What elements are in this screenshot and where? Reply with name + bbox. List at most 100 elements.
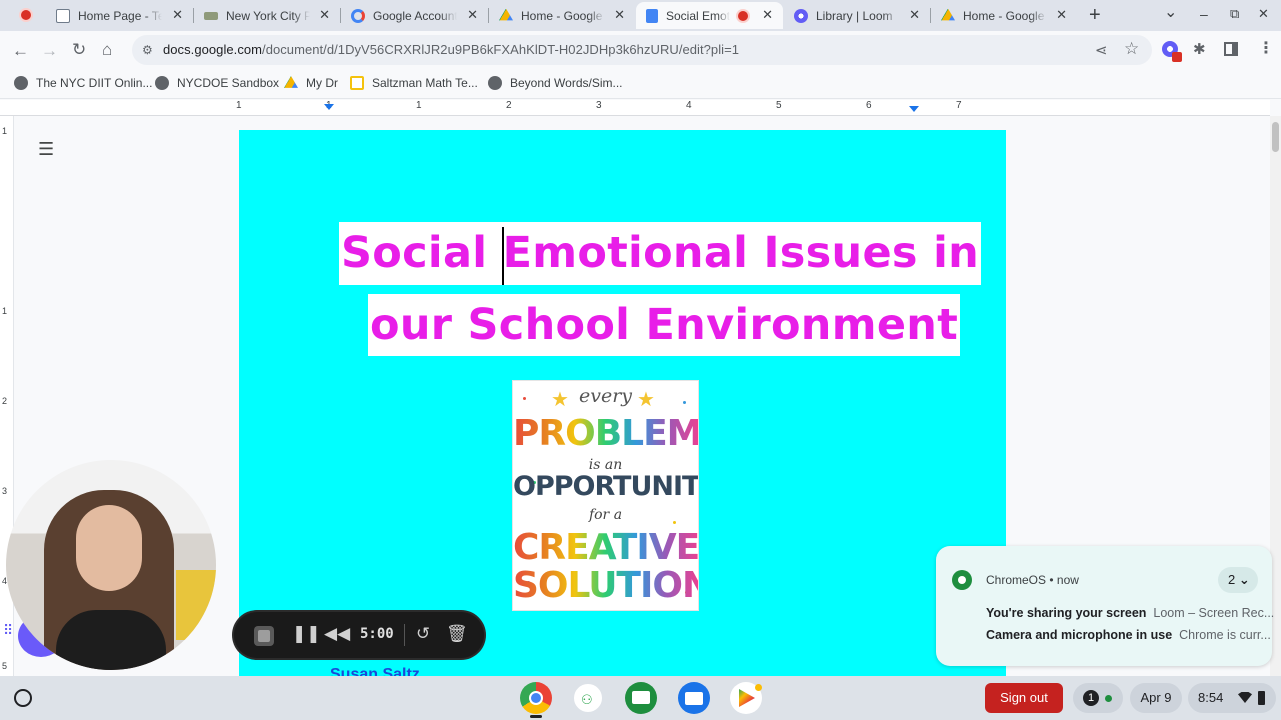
webcam-bubble[interactable]	[6, 460, 216, 670]
google-drive-icon	[941, 8, 955, 21]
home-icon[interactable]: ⌂	[102, 40, 112, 60]
tab-title: Google Account	[373, 8, 457, 23]
page-icon	[56, 8, 70, 23]
google-drive-icon	[284, 76, 298, 88]
tab-home-page[interactable]: Home Page - Te ✕	[46, 2, 193, 29]
close-tab-icon[interactable]: ✕	[319, 7, 330, 23]
tab-search-dropdown-icon[interactable]: ⌄	[1164, 2, 1177, 22]
document-title-line-1[interactable]: Social Emotional Issues in	[339, 222, 982, 285]
ruler-number: 3	[2, 486, 8, 496]
family-link-app-icon[interactable]: ⚇	[572, 682, 604, 714]
date-tray-button[interactable]: Apr 9	[1130, 683, 1182, 713]
recording-status-icon	[1105, 695, 1112, 702]
row-title: Camera and microphone in use	[986, 628, 1173, 642]
right-indent-marker-icon[interactable]	[909, 106, 919, 112]
bookmark-beyond-words[interactable]: Beyond Words/Sim...	[488, 76, 623, 90]
bookmark-saltzman-math[interactable]: Saltzman Math Te...	[350, 76, 478, 90]
loom-recording-controls: ❚❚ ◀◀ 5:00 ↺ 🗑	[234, 612, 484, 658]
notification-header: ChromeOS • now	[986, 573, 1079, 587]
notification-app: ChromeOS	[986, 573, 1047, 587]
reload-icon[interactable]: ↻	[72, 40, 86, 60]
close-window-button[interactable]: ✕	[1258, 6, 1269, 22]
document-title-line-2[interactable]: our School Environment	[368, 294, 961, 356]
side-panel-icon[interactable]	[1224, 42, 1238, 56]
share-icon[interactable]: ⋖	[1095, 41, 1108, 59]
slides-icon	[350, 76, 364, 90]
pause-icon[interactable]: ❚❚	[292, 624, 321, 644]
date-text: Apr 9	[1140, 690, 1172, 705]
back-arrow-icon[interactable]: ←	[12, 41, 29, 61]
extensions-puzzle-icon[interactable]: ✱	[1193, 40, 1206, 58]
tab-social-emotional-doc[interactable]: Social Emot ✕	[636, 2, 783, 29]
horizontal-ruler[interactable]: 1 1 1 2 3 4 5 6 7	[0, 100, 1270, 116]
ruler-number: 4	[686, 100, 692, 111]
extension-badge	[1172, 52, 1182, 62]
title-text-part: Social	[341, 228, 503, 278]
close-tab-icon[interactable]: ✕	[1056, 7, 1067, 23]
site-info-icon[interactable]: ⚙	[142, 43, 153, 57]
maximize-button[interactable]: ⧉	[1230, 6, 1239, 22]
document-outline-icon[interactable]: ☰	[38, 139, 54, 160]
close-tab-icon[interactable]: ✕	[467, 7, 478, 23]
close-tab-icon[interactable]: ✕	[762, 7, 773, 23]
url-text[interactable]: docs.google.com/document/d/1DyV56CRXRlJR…	[163, 42, 739, 57]
ruler-number: 2	[506, 100, 512, 111]
notification-count-button[interactable]: 2 ⌄	[1218, 567, 1258, 593]
tab-nyc-public[interactable]: New York City P ✕	[194, 2, 340, 29]
ruler-number: 1	[2, 126, 8, 136]
ruler-number: 5	[776, 100, 782, 111]
delete-trash-icon[interactable]: 🗑	[446, 624, 468, 644]
minimize-button[interactable]: –	[1200, 6, 1208, 22]
tab-google-account[interactable]: Google Account ✕	[341, 2, 488, 29]
ruler-number: 2	[2, 396, 8, 406]
google-docs-icon	[646, 8, 658, 23]
ruler-number: 6	[866, 100, 872, 111]
stop-recording-button[interactable]	[254, 626, 274, 646]
tab-google-drive-2[interactable]: Home - Google D ✕	[931, 2, 1077, 29]
forward-arrow-icon[interactable]: →	[41, 41, 58, 61]
classroom-app-icon[interactable]	[625, 682, 657, 714]
menu-kebab-icon[interactable]: ⋮	[1258, 38, 1274, 58]
new-tab-button[interactable]: +	[1089, 4, 1101, 27]
sign-out-button[interactable]: Sign out	[985, 683, 1063, 713]
rewind-icon[interactable]: ◀◀	[324, 624, 350, 644]
recording-timer: 5:00	[360, 626, 394, 642]
poster-text: for a	[588, 507, 623, 523]
scrollbar-thumb[interactable]	[1272, 122, 1279, 152]
url-host: docs.google.com	[163, 42, 263, 57]
status-area-button[interactable]: 8:54	[1188, 683, 1276, 713]
close-tab-icon[interactable]: ✕	[172, 7, 183, 23]
close-tab-icon[interactable]: ✕	[909, 7, 920, 23]
battery-icon	[1258, 691, 1265, 705]
ruler-number: 7	[956, 100, 962, 111]
tab-google-drive-1[interactable]: Home - Google D ✕	[489, 2, 635, 29]
bookmark-nycdoe-sandbox[interactable]: NYCDOE Sandbox	[155, 76, 279, 90]
wifi-icon	[1238, 692, 1252, 703]
notification-time: now	[1056, 573, 1079, 587]
tab-title: Home Page - Te	[78, 8, 162, 23]
tab-title: Home - Google D	[521, 8, 605, 23]
notification-tray-button[interactable]: 1	[1073, 683, 1123, 713]
bookmark-star-icon[interactable]: ☆	[1124, 39, 1139, 59]
launcher-icon[interactable]	[14, 689, 32, 707]
bookmark-label: NYCDOE Sandbox	[177, 76, 280, 90]
ruler-number: 1	[236, 100, 242, 111]
controls-divider	[404, 624, 405, 646]
drag-handle-icon[interactable]: ⠿	[3, 622, 13, 639]
tab-title: New York City P	[226, 8, 310, 23]
row-detail: Loom – Screen Rec...	[1153, 606, 1275, 620]
poster-text: PROBLEM	[513, 413, 699, 454]
chrome-app-icon[interactable]	[520, 682, 552, 714]
restart-icon[interactable]: ↺	[416, 624, 430, 644]
tab-recording-icon	[738, 11, 748, 21]
tab-loom-library[interactable]: Library | Loom ✕	[784, 2, 930, 29]
bookmark-label: My Dr	[306, 76, 338, 90]
notification-count-badge: 1	[1083, 690, 1099, 706]
bookmark-my-drive[interactable]: My Dr	[284, 76, 338, 90]
chromeos-notification[interactable]: ChromeOS • now 2 ⌄ You're sharing your s…	[936, 546, 1275, 666]
bookmark-nyc-diit[interactable]: The NYC DIIT Onlin...	[14, 76, 152, 90]
presenter-shirt	[56, 610, 166, 670]
files-app-icon[interactable]	[678, 682, 710, 714]
problem-opportunity-poster-image[interactable]: ★ ★ every PROBLEM is an OPPORTUNITY for …	[512, 380, 699, 611]
close-tab-icon[interactable]: ✕	[614, 7, 625, 23]
